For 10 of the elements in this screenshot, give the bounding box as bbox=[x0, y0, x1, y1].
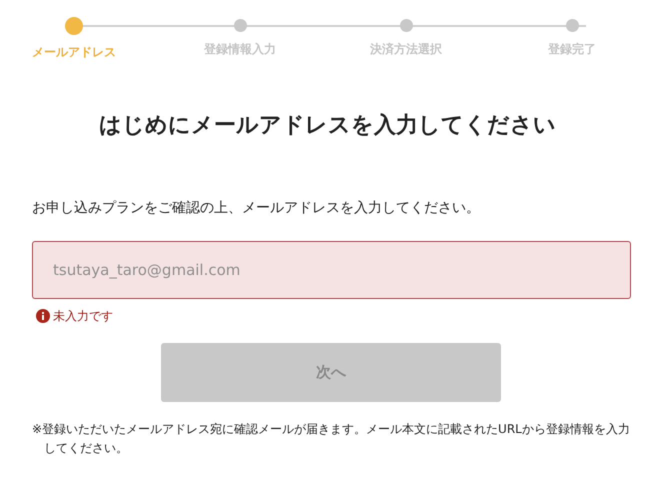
page-heading: はじめにメールアドレスを入力してください bbox=[98, 112, 557, 140]
step-label: 決済方法選択 bbox=[370, 41, 442, 58]
error-icon bbox=[36, 309, 50, 323]
step-label: 登録完了 bbox=[548, 41, 596, 58]
email-field[interactable]: tsutaya_taro@gmail.com bbox=[32, 241, 631, 299]
instruction-text: お申し込みプランをご確認の上、メールアドレスを入力してください。 bbox=[32, 199, 481, 218]
note-text: ※登録いただいたメールアドレス宛に確認メールが届きます。メール本文に記載されたURLから登録情報を入力してください。 bbox=[32, 421, 631, 457]
error-message: 未入力です bbox=[53, 308, 113, 325]
step-label: 登録情報入力 bbox=[204, 41, 276, 58]
step-label: メールアドレス bbox=[32, 44, 116, 61]
